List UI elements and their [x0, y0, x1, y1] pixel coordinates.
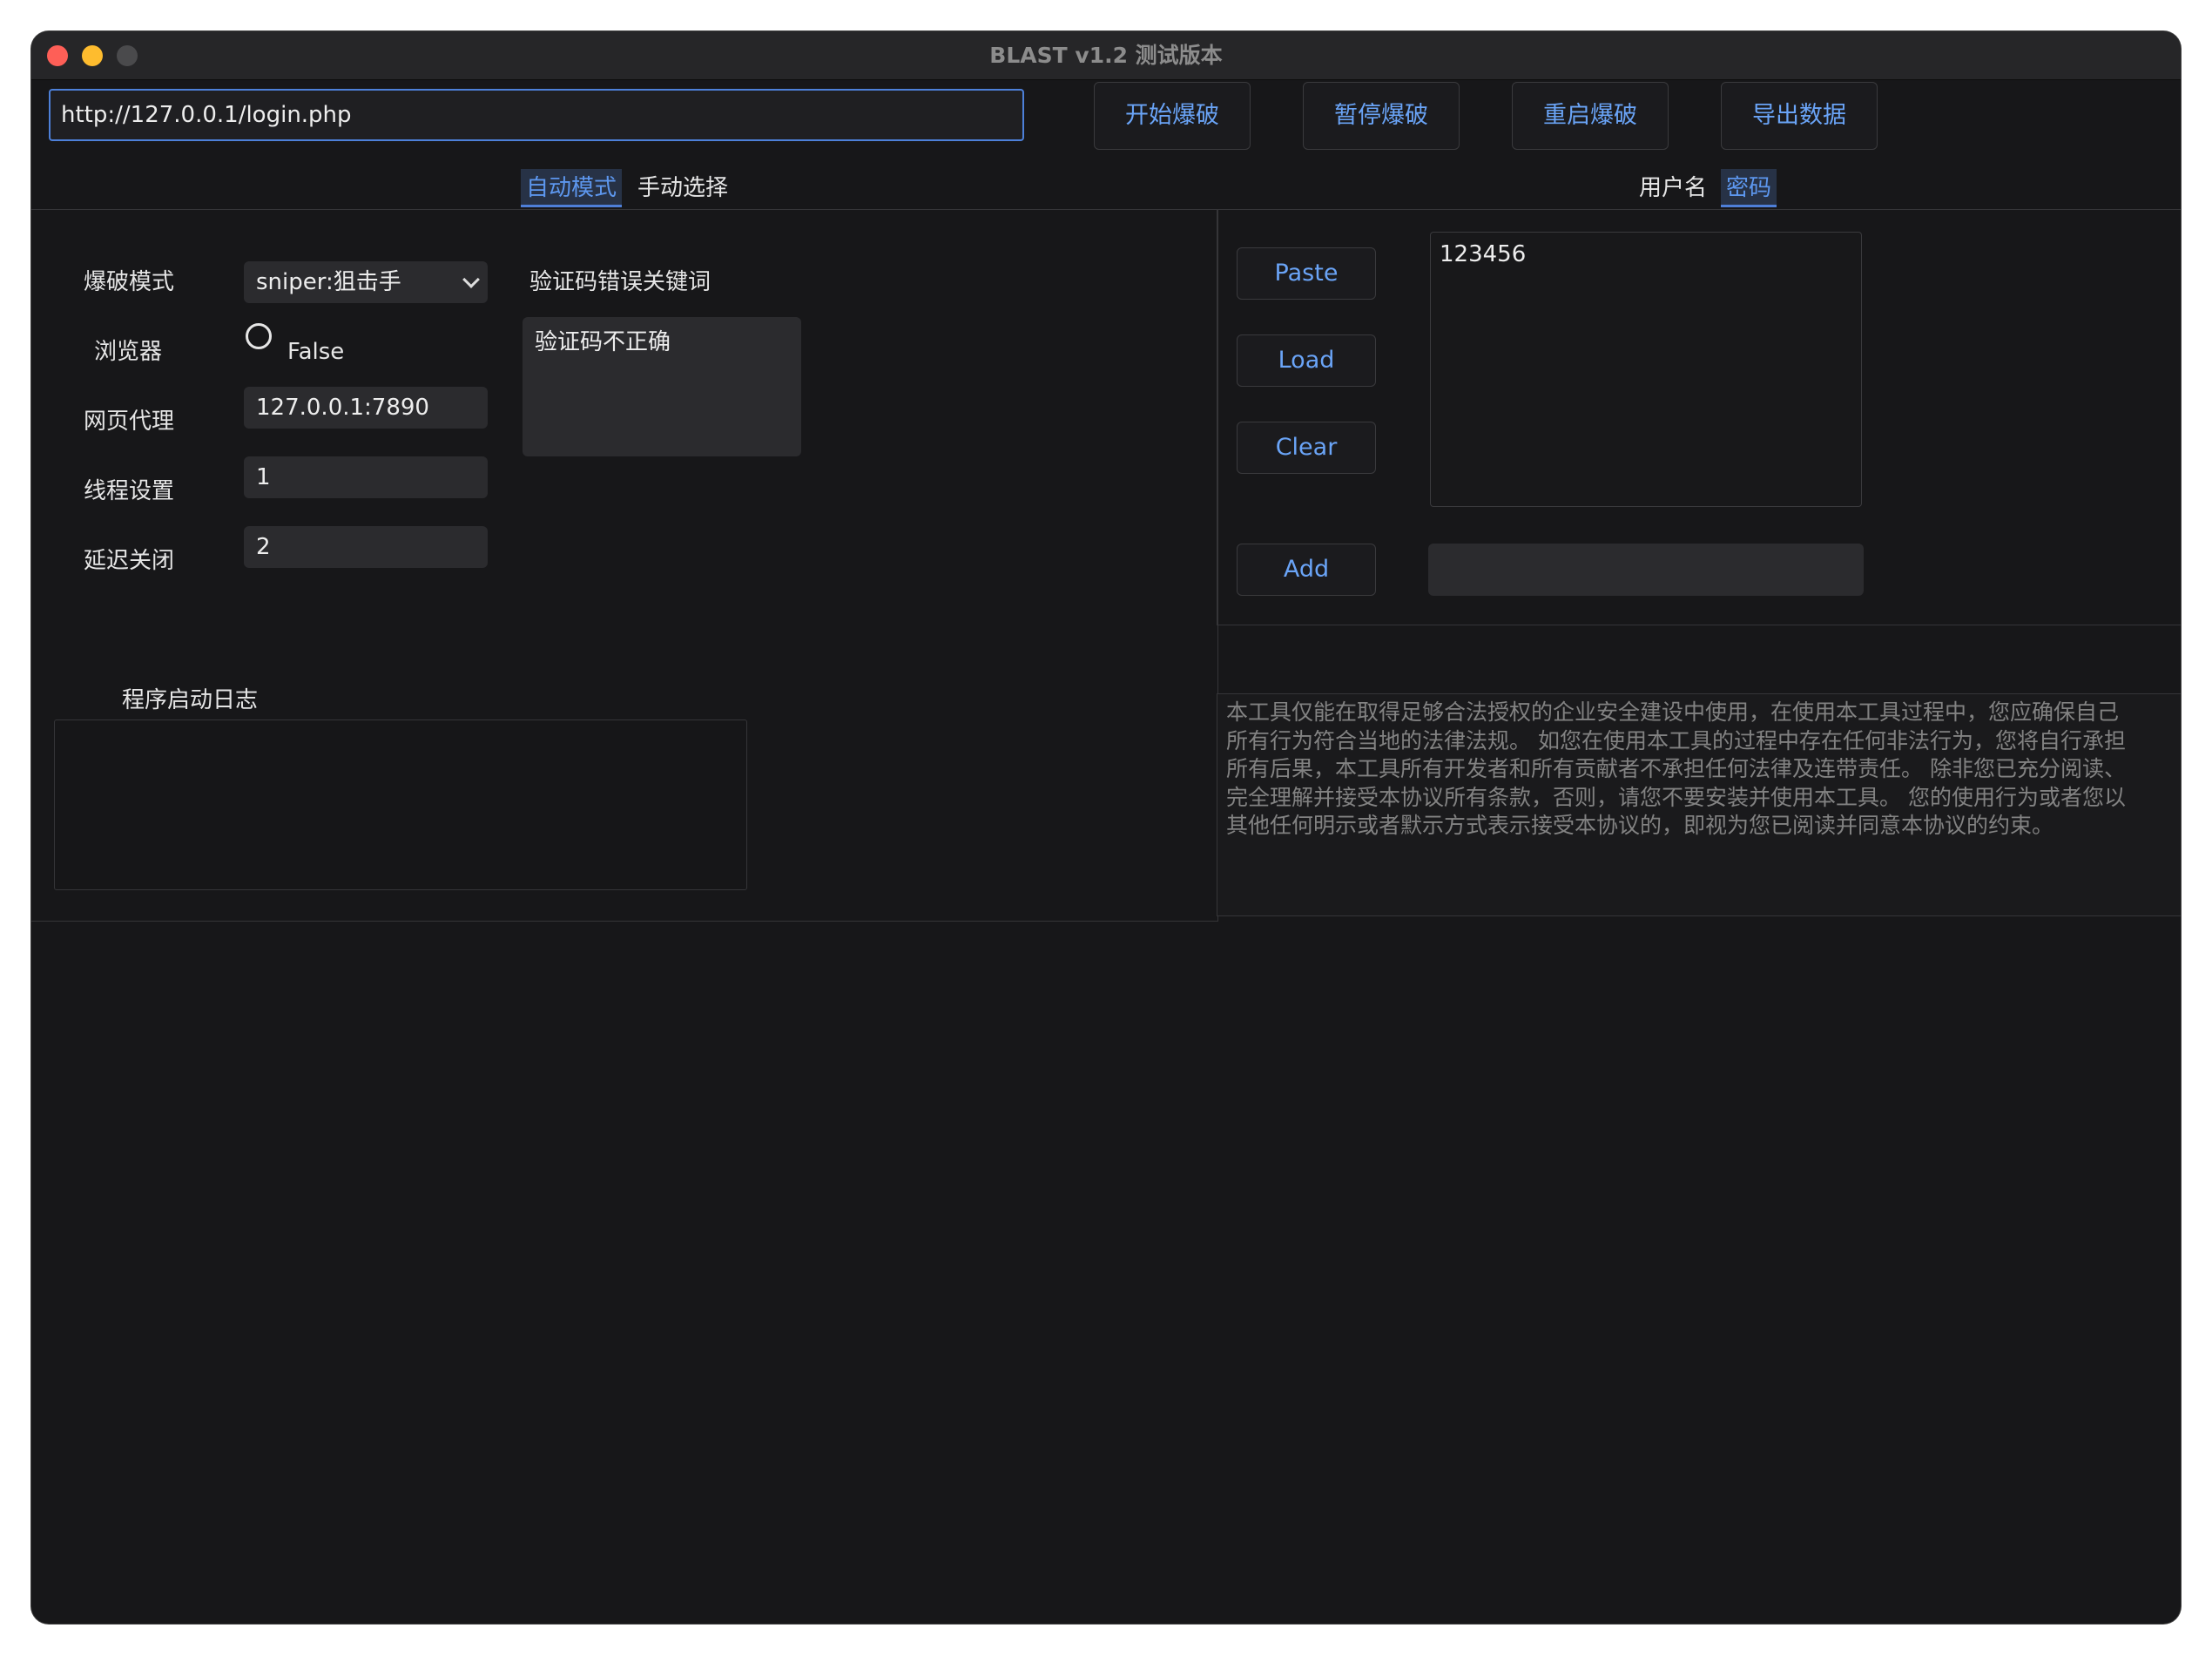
proxy-label: 网页代理: [84, 409, 175, 435]
delay-label: 延迟关闭: [84, 548, 175, 574]
tab-username[interactable]: 用户名: [1634, 169, 1712, 207]
browser-label: 浏览器: [94, 339, 163, 365]
tab-manual-select[interactable]: 手动选择: [632, 169, 733, 207]
title-bar: BLAST v1.2 测试版本: [31, 31, 2181, 80]
attack-mode-select[interactable]: sniper:狙击手: [244, 261, 488, 303]
list-item: 123456: [1440, 241, 1527, 267]
tab-password[interactable]: 密码: [1721, 169, 1777, 207]
threads-label: 线程设置: [84, 478, 175, 504]
clear-button[interactable]: Clear: [1237, 422, 1376, 474]
pause-attack-button[interactable]: 暂停爆破: [1303, 82, 1460, 150]
app-window: BLAST v1.2 测试版本 http://127.0.0.1/login.p…: [31, 31, 2181, 1624]
add-entry-input[interactable]: [1428, 544, 1864, 596]
chevron-down-icon: [462, 271, 480, 288]
attack-mode-value: sniper:狙击手: [256, 269, 401, 295]
captcha-keyword-input[interactable]: 验证码不正确: [523, 317, 801, 456]
password-list[interactable]: 123456: [1430, 232, 1862, 507]
browser-radio-label: False: [287, 339, 345, 365]
url-input[interactable]: http://127.0.0.1/login.php: [49, 89, 1024, 141]
load-button[interactable]: Load: [1237, 334, 1376, 387]
startup-log-label: 程序启动日志: [122, 687, 259, 713]
export-data-button[interactable]: 导出数据: [1721, 82, 1878, 150]
window-title: BLAST v1.2 测试版本: [989, 43, 1223, 68]
mode-label: 爆破模式: [84, 269, 175, 295]
add-button[interactable]: Add: [1237, 544, 1376, 596]
restart-attack-button[interactable]: 重启爆破: [1512, 82, 1669, 150]
tab-auto-mode[interactable]: 自动模式: [521, 169, 623, 207]
captcha-keyword-label: 验证码错误关键词: [529, 269, 711, 295]
browser-radio[interactable]: [246, 323, 272, 349]
startup-log-area[interactable]: [54, 719, 747, 890]
disclaimer-text: 本工具仅能在取得足够合法授权的企业安全建设中使用，在使用本工具过程中，您应确保自…: [1226, 699, 2126, 838]
threads-input[interactable]: 1: [244, 456, 488, 498]
paste-button[interactable]: Paste: [1237, 247, 1376, 300]
delay-input[interactable]: 2: [244, 526, 488, 568]
proxy-input[interactable]: 127.0.0.1:7890: [244, 387, 488, 429]
start-attack-button[interactable]: 开始爆破: [1094, 82, 1251, 150]
